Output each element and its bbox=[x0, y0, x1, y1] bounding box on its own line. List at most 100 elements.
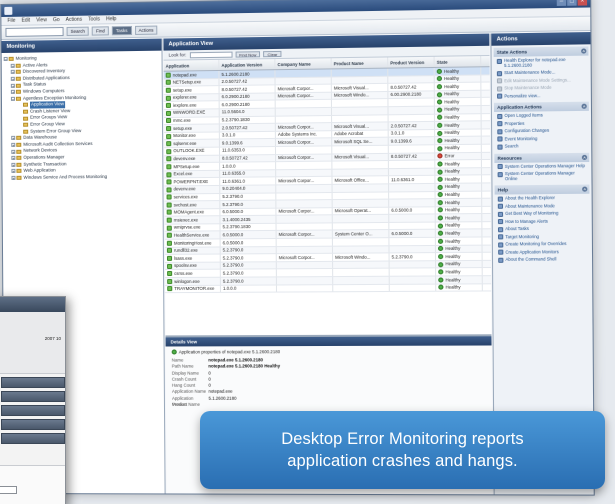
close-button[interactable]: × bbox=[577, 0, 588, 6]
column-header[interactable]: State bbox=[434, 56, 482, 67]
action-icon bbox=[497, 218, 504, 225]
table-cell bbox=[275, 77, 332, 85]
application-icon bbox=[166, 125, 172, 132]
find-now-button[interactable]: Find Now bbox=[235, 50, 261, 58]
chevron-up-icon[interactable]: ˄ bbox=[582, 186, 588, 192]
expand-icon[interactable]: + bbox=[11, 142, 16, 148]
column-header[interactable]: Product Version bbox=[388, 56, 435, 68]
toolbar-tasks-button[interactable]: Tasks bbox=[111, 25, 132, 36]
folder-icon bbox=[16, 155, 22, 161]
expand-icon[interactable]: + bbox=[10, 83, 15, 89]
menu-item-view[interactable]: View bbox=[36, 16, 47, 24]
action-link[interactable]: Search bbox=[494, 142, 589, 151]
expand-icon[interactable]: + bbox=[10, 63, 15, 69]
column-header[interactable]: Application Version bbox=[219, 59, 276, 70]
toolbar-search-input[interactable] bbox=[5, 27, 64, 37]
action-label: Create Application Monitors bbox=[505, 248, 559, 255]
expand-icon[interactable]: + bbox=[11, 175, 16, 181]
expand-icon[interactable]: + bbox=[11, 136, 16, 141]
clear-button[interactable]: Clear bbox=[263, 50, 282, 57]
menu-item-go[interactable]: Go bbox=[53, 16, 60, 24]
table-cell: Microsoft Corpor... bbox=[276, 207, 333, 216]
expand-icon[interactable]: + bbox=[10, 70, 15, 75]
chevron-up-icon[interactable]: ˄ bbox=[581, 48, 587, 54]
action-link[interactable]: System Center Operations Manager Online bbox=[494, 169, 589, 182]
cell-text: Healthy bbox=[444, 75, 460, 82]
window-controls: – □ × bbox=[556, 0, 588, 6]
table-cell bbox=[275, 107, 333, 116]
table-row[interactable]: TRAYMONITOR.exe 1.0.0.0 Healthy bbox=[165, 283, 492, 294]
table-cell bbox=[389, 268, 437, 276]
table-cell bbox=[331, 76, 389, 84]
application-icon bbox=[166, 171, 172, 177]
dialog-tab-2[interactable] bbox=[1, 391, 65, 402]
dialog-tab-4[interactable] bbox=[1, 419, 65, 430]
cell-text: 6.0.5000.0 bbox=[222, 239, 244, 245]
table-cell: Healthy bbox=[434, 67, 482, 75]
expand-icon[interactable]: + bbox=[11, 149, 16, 154]
table-cell bbox=[388, 98, 435, 107]
collapse-icon[interactable]: − bbox=[3, 57, 8, 62]
expand-icon[interactable]: + bbox=[11, 169, 16, 174]
menu-item-edit[interactable]: Edit bbox=[21, 17, 30, 25]
dialog-input[interactable] bbox=[0, 486, 17, 494]
dialog-tab-5[interactable] bbox=[1, 433, 65, 444]
action-icon bbox=[497, 93, 503, 99]
expand-icon[interactable]: + bbox=[11, 162, 16, 168]
actions-section-header[interactable]: Resources ˄ bbox=[494, 152, 590, 163]
healthy-state-icon bbox=[438, 277, 444, 283]
cell-text: 5.1.2600.2180 bbox=[221, 71, 250, 77]
toolbar-find-button[interactable]: Find bbox=[91, 26, 109, 36]
cell-text: TRAYMONITOR.exe bbox=[174, 285, 215, 292]
dialog-tab-3[interactable] bbox=[1, 405, 65, 416]
actions-section: Help ˄ About the Health Explorer About Main… bbox=[494, 184, 590, 264]
chevron-up-icon[interactable]: ˄ bbox=[581, 154, 588, 160]
application-icon bbox=[165, 72, 171, 78]
folder-icon bbox=[15, 90, 21, 95]
cell-text: 11.0.6355.0 bbox=[222, 170, 245, 177]
table-cell: 3.0.1.0 bbox=[219, 131, 276, 139]
action-link[interactable]: About the Command Shell bbox=[495, 255, 590, 263]
cell-text: System Center O... bbox=[334, 231, 373, 237]
action-link[interactable]: Personalize view... bbox=[494, 91, 589, 100]
actions-section-header[interactable]: Application Actions ˄ bbox=[493, 101, 589, 112]
expand-icon[interactable]: + bbox=[10, 76, 15, 82]
healthy-state-icon bbox=[437, 138, 443, 144]
column-header[interactable]: Company Name bbox=[275, 58, 332, 70]
cell-text: Healthy bbox=[444, 106, 460, 113]
cell-text: Microsoft Office... bbox=[334, 177, 369, 183]
collapse-icon[interactable]: − bbox=[10, 96, 15, 102]
toolbar-actions-button[interactable]: Actions bbox=[134, 25, 158, 35]
table-cell: 11.0.6355.0 bbox=[220, 169, 277, 178]
section-title: Resources bbox=[497, 155, 522, 161]
expand-icon[interactable]: + bbox=[10, 90, 15, 95]
cell-text: 6.0.5000.0 bbox=[391, 207, 413, 213]
table-cell: devenv.exe bbox=[164, 155, 221, 163]
dialog-tab-1[interactable] bbox=[1, 377, 65, 388]
table-cell bbox=[389, 214, 436, 222]
table-cell: Healthy bbox=[435, 222, 483, 230]
actions-section-header[interactable]: State Actions ˄ bbox=[493, 46, 589, 57]
table-cell: 9.0.1399.6 bbox=[219, 139, 276, 147]
table-cell: Microsoft Corpor... bbox=[275, 138, 333, 146]
toolbar-search-button[interactable]: Search bbox=[66, 26, 90, 36]
action-label: System Center Operations Manager Online bbox=[504, 170, 575, 182]
menu-item-file[interactable]: File bbox=[7, 17, 15, 25]
table-cell bbox=[275, 100, 332, 108]
expand-icon[interactable]: + bbox=[11, 156, 16, 161]
menu-item-actions[interactable]: Actions bbox=[66, 16, 83, 24]
table-cell bbox=[388, 75, 435, 84]
column-header[interactable]: Application bbox=[163, 59, 220, 71]
maximize-button[interactable]: □ bbox=[567, 0, 577, 6]
column-header[interactable]: Product Name bbox=[331, 57, 389, 69]
menu-item-help[interactable]: Help bbox=[106, 15, 116, 23]
tree-item[interactable]: + Windows Service And Process Monitoring bbox=[4, 173, 160, 181]
menu-item-tools[interactable]: Tools bbox=[88, 15, 100, 23]
minimize-button[interactable]: – bbox=[556, 0, 567, 6]
cell-text: 11.0.5604.0 bbox=[221, 109, 245, 115]
look-for-input[interactable] bbox=[189, 51, 233, 58]
actions-section-header[interactable]: Help ˄ bbox=[494, 184, 590, 195]
chevron-up-icon[interactable]: ˄ bbox=[581, 103, 587, 109]
table-cell: 8.0.50727.42 bbox=[388, 83, 435, 91]
table-cell bbox=[332, 199, 390, 207]
